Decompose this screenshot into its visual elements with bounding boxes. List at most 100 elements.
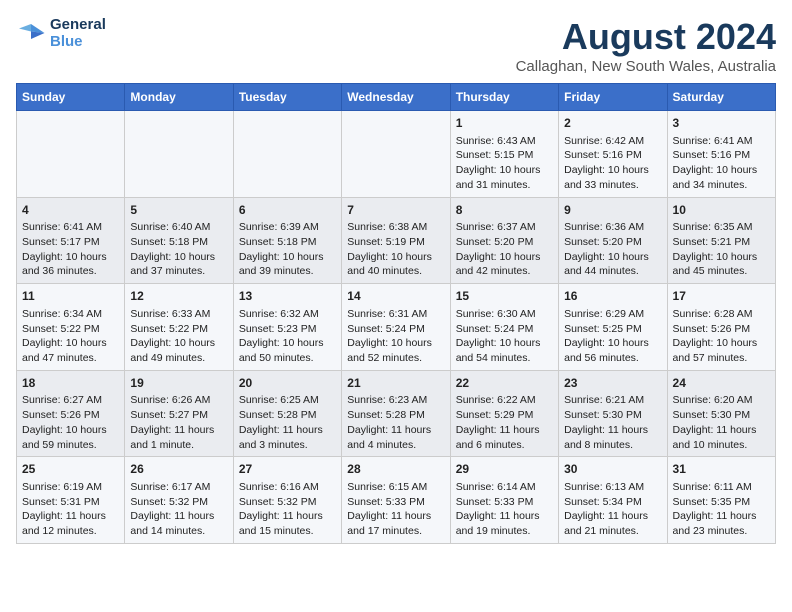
calendar-cell: 9Sunrise: 6:36 AMSunset: 5:20 PMDaylight…	[559, 197, 667, 284]
cell-content: and 15 minutes.	[239, 524, 336, 539]
day-number: 30	[564, 461, 661, 478]
calendar-week-row: 1Sunrise: 6:43 AMSunset: 5:15 PMDaylight…	[17, 111, 776, 198]
cell-content: Sunset: 5:21 PM	[673, 235, 770, 250]
cell-content: Daylight: 11 hours	[456, 509, 553, 524]
cell-content: Sunset: 5:25 PM	[564, 322, 661, 337]
day-number: 9	[564, 202, 661, 219]
day-number: 12	[130, 288, 227, 305]
cell-content: Daylight: 10 hours	[673, 163, 770, 178]
calendar-cell: 29Sunrise: 6:14 AMSunset: 5:33 PMDayligh…	[450, 457, 558, 544]
day-number: 7	[347, 202, 444, 219]
cell-content: and 39 minutes.	[239, 264, 336, 279]
cell-content: and 23 minutes.	[673, 524, 770, 539]
calendar-cell: 22Sunrise: 6:22 AMSunset: 5:29 PMDayligh…	[450, 370, 558, 457]
calendar-cell: 15Sunrise: 6:30 AMSunset: 5:24 PMDayligh…	[450, 284, 558, 371]
cell-content: Daylight: 10 hours	[347, 336, 444, 351]
cell-content: Sunset: 5:34 PM	[564, 495, 661, 510]
day-number: 28	[347, 461, 444, 478]
calendar-cell: 5Sunrise: 6:40 AMSunset: 5:18 PMDaylight…	[125, 197, 233, 284]
cell-content: Sunset: 5:20 PM	[456, 235, 553, 250]
cell-content: and 14 minutes.	[130, 524, 227, 539]
cell-content: Daylight: 10 hours	[22, 250, 119, 265]
cell-content: Daylight: 11 hours	[673, 423, 770, 438]
cell-content: Sunset: 5:18 PM	[239, 235, 336, 250]
cell-content: and 19 minutes.	[456, 524, 553, 539]
calendar-cell	[342, 111, 450, 198]
day-number: 18	[22, 375, 119, 392]
calendar-week-row: 25Sunrise: 6:19 AMSunset: 5:31 PMDayligh…	[17, 457, 776, 544]
cell-content: Sunrise: 6:34 AM	[22, 307, 119, 322]
cell-content: Daylight: 10 hours	[130, 250, 227, 265]
col-monday: Monday	[125, 84, 233, 111]
calendar-cell: 20Sunrise: 6:25 AMSunset: 5:28 PMDayligh…	[233, 370, 341, 457]
cell-content: Daylight: 10 hours	[347, 250, 444, 265]
calendar-cell: 19Sunrise: 6:26 AMSunset: 5:27 PMDayligh…	[125, 370, 233, 457]
cell-content: Daylight: 10 hours	[673, 250, 770, 265]
calendar-cell: 30Sunrise: 6:13 AMSunset: 5:34 PMDayligh…	[559, 457, 667, 544]
page-header: General Blue August 2024 Callaghan, New …	[16, 16, 776, 75]
calendar-cell: 23Sunrise: 6:21 AMSunset: 5:30 PMDayligh…	[559, 370, 667, 457]
cell-content: and 44 minutes.	[564, 264, 661, 279]
col-friday: Friday	[559, 84, 667, 111]
cell-content: Sunrise: 6:35 AM	[673, 220, 770, 235]
cell-content: Sunset: 5:23 PM	[239, 322, 336, 337]
cell-content: Sunset: 5:32 PM	[130, 495, 227, 510]
cell-content: Sunset: 5:24 PM	[347, 322, 444, 337]
day-number: 3	[673, 115, 770, 132]
calendar-cell: 28 Sunrise: 6:15 AMSunset: 5:33 PMDayligh…	[342, 457, 450, 544]
cell-content: Daylight: 11 hours	[347, 509, 444, 524]
cell-content: and 10 minutes.	[673, 438, 770, 453]
day-number: 26	[130, 461, 227, 478]
cell-content: Sunrise: 6:16 AM	[239, 480, 336, 495]
cell-content: Sunrise: 6:15 AM	[347, 480, 444, 495]
logo: General Blue	[16, 16, 106, 50]
day-number: 25	[22, 461, 119, 478]
cell-content: Sunrise: 6:41 AM	[22, 220, 119, 235]
calendar-cell: 1Sunrise: 6:43 AMSunset: 5:15 PMDaylight…	[450, 111, 558, 198]
cell-content: Sunset: 5:35 PM	[673, 495, 770, 510]
cell-content: and 6 minutes.	[456, 438, 553, 453]
cell-content: Daylight: 10 hours	[130, 336, 227, 351]
calendar-table: Sunday Monday Tuesday Wednesday Thursday…	[16, 83, 776, 544]
cell-content: Sunrise: 6:43 AM	[456, 134, 553, 149]
col-wednesday: Wednesday	[342, 84, 450, 111]
cell-content: Daylight: 10 hours	[456, 163, 553, 178]
cell-content: and 56 minutes.	[564, 351, 661, 366]
cell-content: Sunset: 5:17 PM	[22, 235, 119, 250]
calendar-cell: 21Sunrise: 6:23 AMSunset: 5:28 PMDayligh…	[342, 370, 450, 457]
cell-content: Sunrise: 6:36 AM	[564, 220, 661, 235]
cell-content: and 1 minute.	[130, 438, 227, 453]
day-number: 6	[239, 202, 336, 219]
cell-content: Sunrise: 6:27 AM	[22, 393, 119, 408]
day-number: 19	[130, 375, 227, 392]
cell-content: Sunset: 5:16 PM	[673, 148, 770, 163]
cell-content: and 59 minutes.	[22, 438, 119, 453]
calendar-cell: 4Sunrise: 6:41 AMSunset: 5:17 PMDaylight…	[17, 197, 125, 284]
calendar-week-row: 11Sunrise: 6:34 AMSunset: 5:22 PMDayligh…	[17, 284, 776, 371]
cell-content: Daylight: 11 hours	[239, 509, 336, 524]
cell-content: Sunset: 5:15 PM	[456, 148, 553, 163]
calendar-cell: 2Sunrise: 6:42 AMSunset: 5:16 PMDaylight…	[559, 111, 667, 198]
cell-content: and 12 minutes.	[22, 524, 119, 539]
logo-text: General	[50, 16, 106, 33]
cell-content: Sunset: 5:33 PM	[347, 495, 444, 510]
cell-content: Daylight: 10 hours	[22, 423, 119, 438]
calendar-cell	[233, 111, 341, 198]
cell-content: Sunrise: 6:17 AM	[130, 480, 227, 495]
cell-content: Sunset: 5:26 PM	[673, 322, 770, 337]
cell-content: Sunset: 5:19 PM	[347, 235, 444, 250]
cell-content: Sunrise: 6:13 AM	[564, 480, 661, 495]
day-number: 20	[239, 375, 336, 392]
cell-content: Daylight: 11 hours	[456, 423, 553, 438]
cell-content: Daylight: 11 hours	[239, 423, 336, 438]
calendar-cell: 10Sunrise: 6:35 AMSunset: 5:21 PMDayligh…	[667, 197, 775, 284]
calendar-cell: 31Sunrise: 6:11 AMSunset: 5:35 PMDayligh…	[667, 457, 775, 544]
cell-content: Sunset: 5:26 PM	[22, 408, 119, 423]
cell-content: Sunrise: 6:30 AM	[456, 307, 553, 322]
cell-content: Sunset: 5:24 PM	[456, 322, 553, 337]
cell-content: Sunrise: 6:42 AM	[564, 134, 661, 149]
calendar-cell: 8Sunrise: 6:37 AMSunset: 5:20 PMDaylight…	[450, 197, 558, 284]
subtitle: Callaghan, New South Wales, Australia	[516, 58, 776, 75]
cell-content: Sunset: 5:27 PM	[130, 408, 227, 423]
cell-content: Sunrise: 6:25 AM	[239, 393, 336, 408]
